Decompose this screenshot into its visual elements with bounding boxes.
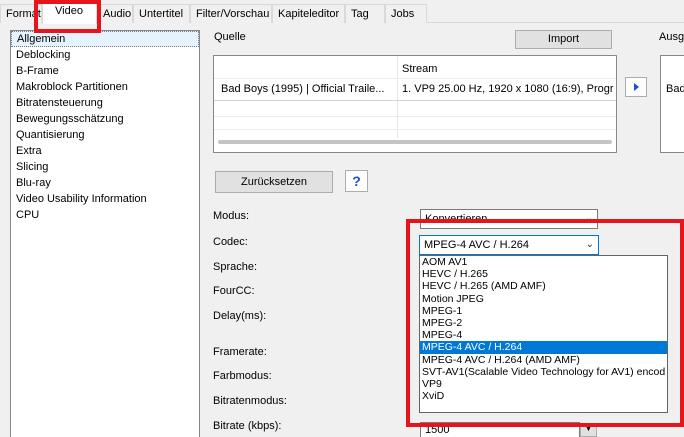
delay-label: Delay(ms): — [213, 310, 267, 322]
source-file-cell[interactable]: Bad Boys (1995) | Official Traile... — [221, 83, 395, 95]
help-icon: ? — [352, 173, 361, 189]
modus-label: Modus: — [213, 210, 250, 222]
codec-dropdown-list: AOM AV1 HEVC / H.265 HEVC / H.265 (AMD A… — [419, 255, 668, 413]
source-stream-table: Stream Bad Boys (1995) | Official Traile… — [213, 55, 617, 153]
codec-value: MPEG-4 AVC / H.264 — [424, 239, 529, 251]
table-row-divider — [214, 100, 616, 101]
horizontal-scrollbar[interactable] — [218, 140, 612, 144]
tab-tag[interactable]: Tag — [345, 4, 385, 23]
modus-select[interactable]: Konvertieren ⌄ — [420, 209, 598, 229]
category-item-cpu[interactable]: CPU — [11, 207, 199, 223]
stream-column-header: Stream — [402, 63, 438, 75]
codec-option-aom-av1[interactable]: AOM AV1 — [420, 256, 667, 268]
codec-option-mpeg-1[interactable]: MPEG-1 — [420, 305, 667, 317]
tab-label: Untertitel — [139, 8, 184, 20]
category-item-bitratensteuerung[interactable]: Bitratensteuerung — [11, 95, 199, 111]
reset-button[interactable]: Zurücksetzen — [215, 171, 333, 193]
tab-format[interactable]: Format — [0, 4, 42, 23]
bitrate-value: 1500 — [425, 424, 450, 436]
tab-jobs[interactable]: Jobs — [385, 4, 427, 23]
table-row-divider — [214, 129, 616, 130]
tab-label: Audio — [103, 8, 132, 20]
category-item-video-usability-information[interactable]: Video Usability Information — [11, 191, 199, 207]
category-item-b-frame[interactable]: B-Frame — [11, 63, 199, 79]
category-item-blu-ray[interactable]: Blu-ray — [11, 175, 199, 191]
framerate-label: Framerate: — [213, 346, 267, 358]
settings-category-list: Allgemein Deblocking B-Frame Makroblock … — [10, 30, 200, 437]
codec-option-mpeg-4-avc-h264[interactable]: MPEG-4 AVC / H.264 — [420, 341, 667, 354]
category-item-makroblock-partitionen[interactable]: Makroblock Partitionen — [11, 79, 199, 95]
modus-value: Konvertieren — [425, 213, 488, 225]
codec-option-mpeg-4[interactable]: MPEG-4 — [420, 329, 667, 341]
bitrate-spin-down-button[interactable]: ▼ — [580, 423, 597, 437]
source-stream-cell[interactable]: 1. VP9 25.00 Hz, 1920 x 1080 (16:9), Pro… — [402, 83, 616, 95]
chevron-down-icon: ⌄ — [584, 213, 593, 224]
sprache-label: Sprache: — [213, 261, 258, 273]
codec-option-mpeg-2[interactable]: MPEG-2 — [420, 317, 667, 329]
output-table: Bad — [660, 55, 684, 153]
category-item-allgemein[interactable]: Allgemein — [11, 31, 199, 47]
category-item-quantisierung[interactable]: Quantisierung — [11, 127, 199, 143]
category-item-deblocking[interactable]: Deblocking — [11, 47, 199, 63]
codec-option-mpeg-4-avc-h264-amd-amf[interactable]: MPEG-4 AVC / H.264 (AMD AMF) — [420, 354, 667, 366]
table-row-divider — [214, 116, 616, 117]
bitrate-input[interactable]: 1500 — [420, 422, 580, 437]
tab-label: Kapiteleditor — [278, 8, 340, 20]
tab-kapiteleditor[interactable]: Kapiteleditor — [272, 4, 345, 23]
tab-filter-vorschau[interactable]: Filter/Vorschau — [190, 4, 272, 23]
category-item-extra[interactable]: Extra — [11, 143, 199, 159]
help-button[interactable]: ? — [345, 170, 368, 192]
tab-audio[interactable]: Audio — [97, 4, 133, 23]
farbmodus-label: Farbmodus: — [213, 370, 272, 382]
tab-label: Format — [6, 8, 41, 20]
category-item-bewegungsschaetzung[interactable]: Bewegungsschätzung — [11, 111, 199, 127]
add-to-output-button[interactable] — [625, 77, 647, 97]
chevron-down-icon: ▼ — [585, 426, 592, 433]
codec-option-hevc-h265-amd-amf[interactable]: HEVC / H.265 (AMD AMF) — [420, 280, 667, 292]
table-column-file — [214, 56, 398, 138]
tab-untertitel[interactable]: Untertitel — [133, 4, 190, 23]
codec-option-hevc-h265[interactable]: HEVC / H.265 — [420, 268, 667, 280]
import-button[interactable]: Import — [515, 30, 612, 49]
tab-label: Jobs — [391, 8, 415, 20]
codec-option-motion-jpeg[interactable]: Motion JPEG — [420, 293, 667, 305]
tab-video[interactable]: Video — [42, 1, 97, 24]
fourcc-label: FourCC: — [213, 285, 255, 297]
codec-select[interactable]: MPEG-4 AVC / H.264 ⌄ — [419, 235, 599, 255]
tab-label: Tag — [351, 8, 369, 20]
table-row-divider — [214, 78, 616, 79]
tab-label: Filter/Vorschau — [196, 8, 270, 20]
play-arrow-icon — [634, 83, 639, 91]
category-item-slicing[interactable]: Slicing — [11, 159, 199, 175]
source-label: Quelle — [214, 31, 246, 43]
bitratenmodus-label: Bitratenmodus: — [213, 395, 287, 407]
codec-option-xvid[interactable]: XviD — [420, 390, 667, 402]
output-cell[interactable]: Bad — [666, 83, 684, 95]
codec-option-svt-av1[interactable]: SVT-AV1(Scalable Video Technology for AV… — [420, 366, 667, 378]
bitrate-label: Bitrate (kbps): — [213, 420, 282, 432]
output-label: Ausga — [659, 31, 684, 43]
codec-option-vp9[interactable]: VP9 — [420, 378, 667, 390]
tab-label: Video — [55, 5, 83, 17]
codec-label: Codec: — [213, 236, 248, 248]
tab-strip: Format Video Audio Untertitel Filter/Vor… — [0, 0, 684, 24]
chevron-down-icon: ⌄ — [585, 239, 594, 250]
